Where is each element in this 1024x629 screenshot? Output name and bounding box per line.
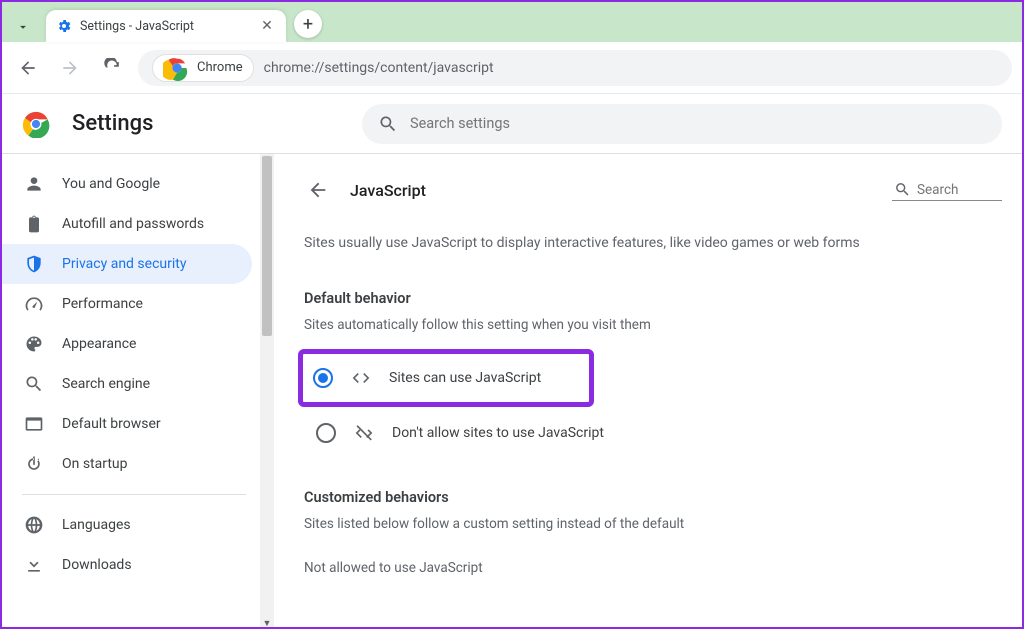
download-icon [24, 555, 44, 575]
chevron-down-icon [16, 20, 30, 34]
search-settings-input[interactable] [410, 115, 986, 132]
sidebar-item-you-and-google[interactable]: You and Google [2, 164, 252, 204]
search-icon [24, 374, 44, 394]
page-description: Sites usually use JavaScript to display … [304, 234, 924, 254]
code-icon [351, 368, 371, 388]
radio-option-block-js[interactable]: Don't allow sites to use JavaScript [304, 411, 1002, 455]
customized-behaviors-title: Customized behaviors [304, 489, 1002, 506]
radio-selected-icon [313, 368, 333, 388]
new-tab-button[interactable]: + [294, 10, 322, 38]
radio-option-allow-js[interactable]: Sites can use JavaScript [305, 356, 549, 400]
arrow-left-icon [307, 179, 329, 201]
sidebar-item-languages[interactable]: Languages [2, 505, 252, 545]
forward-button[interactable] [54, 52, 86, 84]
not-allowed-label: Not allowed to use JavaScript [304, 560, 1002, 576]
arrow-right-icon [60, 58, 80, 78]
browser-icon [24, 414, 44, 434]
settings-header: Settings [2, 94, 1022, 154]
globe-icon [24, 515, 44, 535]
sidebar-item-appearance[interactable]: Appearance [2, 324, 252, 364]
shield-icon [24, 254, 44, 274]
radio-label: Sites can use JavaScript [389, 370, 541, 386]
browser-tabstrip: Settings - JavaScript ✕ + [2, 2, 1022, 42]
arrow-left-icon [18, 58, 38, 78]
sidebar-item-label: Languages [62, 517, 131, 533]
code-off-icon [354, 423, 374, 443]
sidebar-item-label: On startup [62, 456, 128, 472]
default-behavior-title: Default behavior [304, 290, 1002, 307]
reload-button[interactable] [96, 52, 128, 84]
content-back-button[interactable] [304, 176, 332, 204]
scroll-down-icon[interactable]: ▼ [262, 618, 272, 628]
sidebar-item-on-startup[interactable]: On startup [2, 444, 252, 484]
search-icon [378, 114, 398, 134]
tab-title: Settings - JavaScript [80, 19, 250, 34]
site-chip[interactable]: Chrome [152, 54, 254, 82]
gear-icon [56, 18, 72, 34]
site-chip-label: Chrome [197, 60, 243, 75]
sidebar-scrollbar[interactable]: ▲ ▼ [260, 154, 274, 627]
sidebar-item-label: You and Google [62, 176, 160, 192]
reload-icon [103, 58, 122, 77]
speedometer-icon [24, 294, 44, 314]
person-icon [24, 174, 44, 194]
app-title: Settings [72, 111, 153, 136]
sidebar-item-label: Autofill and passwords [62, 216, 204, 232]
palette-icon [24, 334, 44, 354]
sidebar-item-performance[interactable]: Performance [2, 284, 252, 324]
browser-tab[interactable]: Settings - JavaScript ✕ [46, 10, 286, 42]
url-text: chrome://settings/content/javascript [264, 60, 494, 76]
chrome-icon [163, 54, 191, 82]
sidebar-item-search-engine[interactable]: Search engine [2, 364, 252, 404]
sidebar-item-privacy[interactable]: Privacy and security [2, 244, 252, 284]
power-icon [24, 454, 44, 474]
sidebar-item-label: Privacy and security [62, 256, 186, 272]
sidebar: You and Google Autofill and passwords Pr… [2, 154, 274, 627]
customized-behaviors-subtitle: Sites listed below follow a custom setti… [304, 516, 1002, 532]
clipboard-icon [24, 214, 44, 234]
close-icon[interactable]: ✕ [258, 18, 276, 34]
sidebar-item-label: Search engine [62, 376, 150, 392]
content-pane: JavaScript Sites usually use JavaScript … [274, 154, 1022, 627]
omnibox[interactable]: Chrome chrome://settings/content/javascr… [138, 50, 1012, 86]
search-settings[interactable] [362, 104, 1002, 144]
back-button[interactable] [12, 52, 44, 84]
default-behavior-subtitle: Sites automatically follow this setting … [304, 317, 1002, 333]
scrollbar-thumb[interactable] [262, 156, 272, 336]
sidebar-item-default-browser[interactable]: Default browser [2, 404, 252, 444]
sidebar-item-label: Downloads [62, 557, 132, 573]
sidebar-separator [22, 494, 246, 495]
sidebar-item-autofill[interactable]: Autofill and passwords [2, 204, 252, 244]
sidebar-item-label: Default browser [62, 416, 161, 432]
sidebar-item-label: Appearance [62, 336, 136, 352]
radio-label: Don't allow sites to use JavaScript [392, 425, 604, 441]
radio-unselected-icon [316, 423, 336, 443]
page-title: JavaScript [350, 181, 426, 200]
sidebar-item-label: Performance [62, 296, 143, 312]
highlight-annotation: Sites can use JavaScript [298, 349, 594, 407]
sidebar-item-downloads[interactable]: Downloads [2, 545, 252, 585]
content-search-input[interactable] [917, 182, 987, 198]
chrome-logo-icon [22, 110, 50, 138]
tab-list-dropdown[interactable] [8, 12, 38, 42]
browser-toolbar: Chrome chrome://settings/content/javascr… [2, 42, 1022, 94]
content-search[interactable] [892, 179, 1002, 201]
search-icon [894, 181, 911, 198]
